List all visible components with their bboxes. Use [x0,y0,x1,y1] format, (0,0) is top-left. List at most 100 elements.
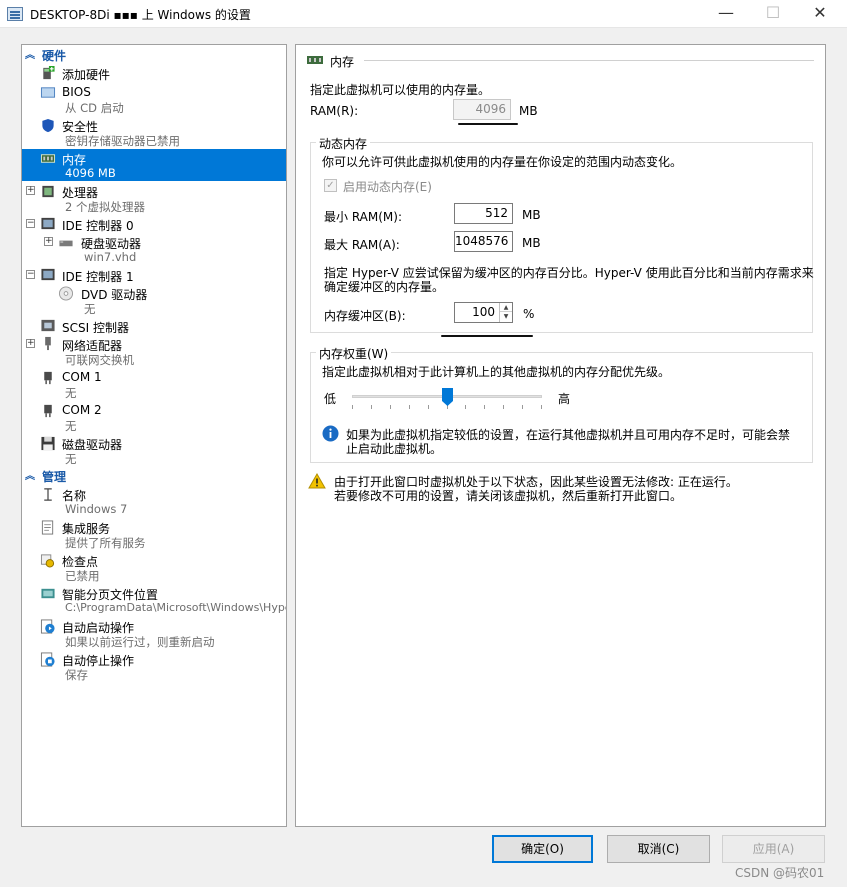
collapse-icon[interactable]: ︽ [25,46,35,61]
checkpoint-icon [40,554,55,568]
dvd-disc-icon [58,286,74,301]
floppy-disk-icon [41,436,55,451]
cancel-button[interactable]: 取消(C) [607,835,710,863]
expand-icon[interactable]: + [44,237,53,246]
add-hardware-icon [43,66,55,80]
tree-item-memory[interactable]: 内存 4096 MB [22,149,286,181]
watermark: CSDN @码农01 [735,866,825,880]
controller-icon [41,268,55,281]
slider-tick [371,405,372,409]
warning-icon [308,473,326,489]
memory-chip-icon [307,56,323,64]
tree-item-com1[interactable]: COM 1 无 [22,368,286,400]
tree-item-security[interactable]: 安全性 密钥存储驱动器已禁用 [22,116,286,148]
min-ram-input[interactable]: 512 [454,203,513,224]
memory-settings-panel: 内存 指定此虚拟机可以使用的内存量。 RAM(R): 4096 MB 动态内存 … [295,44,826,827]
max-ram-input[interactable]: 1048576 [454,231,513,252]
services-icon [41,520,54,535]
tree-item-automatic-start-action[interactable]: 自动启动操作 如果以前运行过，则重新启动 [22,617,286,649]
expand-icon[interactable]: + [26,339,35,348]
slider-tick [465,405,466,409]
settings-tree[interactable]: ︽ 硬件 添加硬件 BIOS 从 CD 启动 安全性 密钥存储驱动器已禁用 内存… [21,44,287,827]
minimize-button[interactable]: — [703,0,749,28]
close-button[interactable]: ✕ [797,0,843,28]
hardware-section-header[interactable]: ︽ 硬件 [22,46,286,63]
ram-input[interactable]: 4096 [453,99,511,120]
min-ram-unit: MB [522,208,541,222]
annotation-underline [441,335,533,337]
cpu-icon [42,185,54,198]
dynamic-memory-desc: 你可以允许可供此虚拟机使用的内存量在你设定的范围内动态变化。 [322,155,683,169]
settings-window-icon [7,7,23,21]
slider-tick [390,405,391,409]
spin-up-icon[interactable]: ▲ [500,303,512,312]
max-ram-label: 最大 RAM(A): [324,238,400,252]
slider-tick [541,405,542,409]
tree-item-scsi-controller[interactable]: SCSI 控制器 [22,317,286,335]
auto-stop-icon [40,652,55,667]
auto-start-icon [40,619,55,634]
tree-item-processor[interactable]: + 处理器 2 个虚拟处理器 [22,182,286,214]
slider-thumb[interactable] [442,388,453,406]
tree-item-hard-drive[interactable]: + 硬盘驱动器 win7.vhd [22,233,286,265]
buffer-desc-line2: 确定缓冲区的内存量。 [324,280,445,294]
tree-item-integration-services[interactable]: 集成服务 提供了所有服务 [22,518,286,550]
tree-item-diskette-drive[interactable]: 磁盘驱动器 无 [22,434,286,466]
tree-item-name[interactable]: 名称 Windows 7 [22,485,286,517]
slider-tick [522,405,523,409]
slider-tick [484,405,485,409]
tree-item-dvd-drive[interactable]: DVD 驱动器 无 [22,284,286,316]
scsi-icon [41,319,55,332]
tree-item-bios[interactable]: BIOS 从 CD 启动 [22,83,286,115]
tree-item-ide-controller-0[interactable]: − IDE 控制器 0 [22,215,286,233]
memory-weight-desc: 指定此虚拟机相对于此计算机上的其他虚拟机的内存分配优先级。 [322,365,671,379]
tree-item-add-hardware[interactable]: 添加硬件 [22,65,286,83]
tree-item-smart-paging-location[interactable]: 智能分页文件位置 C:\ProgramData\Microsoft\Window… [22,584,286,616]
buffer-spin-buttons[interactable]: ▲ ▼ [499,303,512,322]
slider-low-label: 低 [324,392,337,406]
slider-tick [352,405,353,409]
spin-down-icon[interactable]: ▼ [500,312,512,321]
memory-weight-title: 内存权重(W) [316,345,392,362]
expand-icon[interactable]: + [26,186,35,195]
serial-port-icon [44,371,52,385]
annotation-underline [458,123,518,125]
memory-weight-slider[interactable] [352,385,542,411]
memory-intro: 指定此虚拟机可以使用的内存量。 [310,83,491,97]
dynamic-memory-title: 动态内存 [316,135,371,152]
name-icon [44,488,52,501]
header-divider [364,60,814,61]
title-bar: DESKTOP-8Di ▪▪▪ 上 Windows 的设置 — ☐ ✕ [0,0,847,28]
memory-chip-icon [40,154,56,163]
ram-label: RAM(R): [310,104,359,118]
slider-tick [503,405,504,409]
paging-file-icon [41,588,55,599]
slider-high-label: 高 [558,392,571,406]
collapse-icon[interactable]: − [26,270,35,279]
collapse-icon[interactable]: − [26,219,35,228]
info-icon [322,425,339,442]
maximize-button[interactable]: ☐ [750,0,796,28]
hard-disk-icon [59,240,73,247]
section-title: 内存 [330,55,355,69]
min-ram-label: 最小 RAM(M): [324,210,402,224]
tree-item-com2[interactable]: COM 2 无 [22,401,286,433]
info-line2: 止启动此虚拟机。 [346,442,443,456]
enable-dynamic-memory-checkbox[interactable]: ✓ [324,179,337,192]
tree-item-checkpoints[interactable]: 检查点 已禁用 [22,551,286,583]
slider-tick [428,405,429,409]
apply-button[interactable]: 应用(A) [722,835,825,863]
max-ram-unit: MB [522,236,541,250]
tree-item-ide-controller-1[interactable]: − IDE 控制器 1 [22,266,286,284]
ram-unit: MB [519,104,538,118]
tree-item-automatic-stop-action[interactable]: 自动停止操作 保存 [22,650,286,682]
ok-button[interactable]: 确定(O) [492,835,593,863]
warning-line2: 若要修改不可用的设置，请关闭该虚拟机，然后重新打开此窗口。 [334,489,683,503]
shield-icon [42,118,54,133]
tree-item-network-adapter[interactable]: + 网络适配器 可联网交换机 [22,335,286,367]
enable-dynamic-memory-label: 启用动态内存(E) [343,180,432,194]
network-adapter-icon [45,336,51,351]
slider-tick [409,405,410,409]
collapse-icon[interactable]: ︽ [25,467,35,482]
management-section-header[interactable]: ︽ 管理 [22,467,286,484]
